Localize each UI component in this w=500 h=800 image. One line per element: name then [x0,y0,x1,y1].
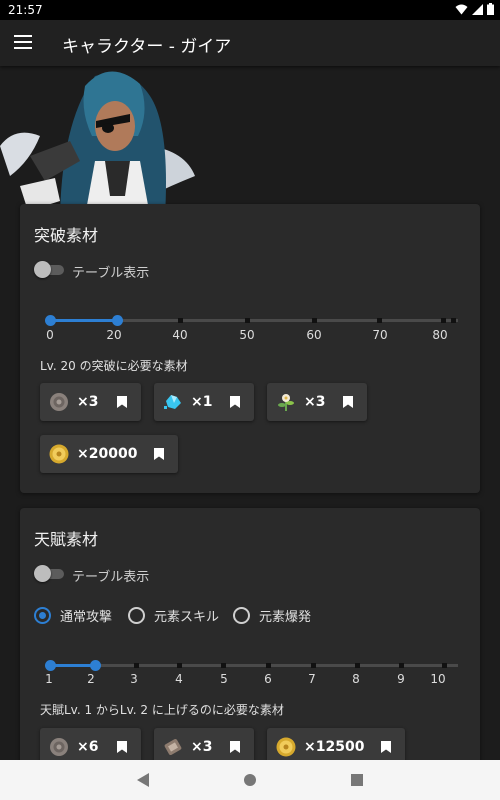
scale-label: 70 [372,328,388,342]
talent-caption: 天賦Lv. 1 からLv. 2 に上げるのに必要な素材 [40,703,284,717]
slider-tick [266,663,271,668]
radio-elemental-skill[interactable]: 元素スキル [128,606,220,625]
radio-circle [233,606,250,624]
page-title: キャラクター - ガイア [62,37,232,57]
radio-label: 通常攻撃 [60,609,113,625]
slider-tick [311,663,316,668]
bookmark-icon[interactable] [230,396,240,408]
talent-materials-card: 天賦素材 テーブル表示 通常攻撃 元素スキル 元素爆発 1 2 3 4 5 6 … [20,508,480,788]
scale-label: 4 [175,672,183,686]
slider-tick [355,663,360,668]
battery-icon [487,3,494,15]
system-nav-bar [0,760,500,800]
talent-toggle-label: テーブル表示 [72,570,150,585]
scale-label: 6 [264,672,272,686]
scale-label: 9 [397,672,405,686]
radio-normal-attack[interactable]: 通常攻撃 [34,606,113,625]
status-time: 21:57 [8,3,43,17]
blue-crystal-material-icon [164,395,181,409]
scale-label: 60 [306,328,322,342]
slider-end-knob[interactable] [89,660,101,671]
scale-label: 2 [87,672,95,686]
material-count: ×1 [191,394,213,410]
scale-label: 40 [172,328,188,342]
bookmark-icon[interactable] [381,741,391,753]
scale-label: 80 [432,328,448,342]
slider-tick [377,318,382,323]
scale-label: 5 [220,672,228,686]
scale-label: 8 [352,672,360,686]
slider-tick [441,318,446,323]
talent-card-title: 天賦素材 [34,530,99,549]
bookmark-icon[interactable] [343,396,353,408]
slider-tick [134,663,139,668]
slider-start-knob[interactable] [44,660,56,671]
app-bar: キャラクター - ガイア [0,20,500,66]
slider-start-knob[interactable] [44,315,56,326]
material-chip[interactable]: ×3 [267,383,367,421]
talent-table-toggle[interactable] [34,565,66,582]
home-icon[interactable] [243,772,257,788]
material-chip[interactable]: ×3 [40,383,141,421]
scale-label: 7 [308,672,316,686]
recents-icon[interactable] [350,772,364,788]
material-chip[interactable]: ×1 [154,383,254,421]
ascension-materials-card: 突破素材 テーブル表示 0 20 40 50 60 70 80 Lv. 20 の… [20,204,480,493]
slider-tick [221,663,226,668]
bookmark-icon[interactable] [117,741,127,753]
scroll-material-icon [164,739,182,755]
scale-label: 20 [106,328,122,342]
radio-circle [128,606,145,624]
scale-label: 10 [430,672,446,686]
status-icons [455,3,494,15]
slider-tick [312,318,317,323]
ascension-level-scale: 0 20 40 50 60 70 80 [20,328,480,344]
radio-elemental-burst[interactable]: 元素爆発 [233,606,312,625]
wifi-icon [455,4,468,14]
ascension-toggle-label: テーブル表示 [72,266,150,281]
mora-coin-icon [276,737,296,757]
material-count: ×6 [77,739,99,755]
material-count: ×3 [77,394,99,410]
talent-level-scale: 1 2 3 4 5 6 7 8 9 10 [20,672,480,688]
material-count: ×12500 [304,739,365,755]
slider-tick [451,318,456,323]
slider-tick [178,318,183,323]
gray-shell-material-icon [50,393,68,411]
ascension-table-toggle[interactable] [34,261,66,278]
flower-material-icon [278,394,294,411]
slider-tick [399,663,404,668]
slider-tick [177,663,182,668]
bookmark-icon[interactable] [154,448,164,460]
gray-shell-material-icon [50,738,68,756]
bookmark-icon[interactable] [117,396,127,408]
radio-label: 元素爆発 [259,609,312,625]
slider-end-knob[interactable] [112,315,124,326]
scale-label: 50 [239,328,255,342]
scale-label: 1 [45,672,53,686]
bookmark-icon[interactable] [230,741,240,753]
material-count: ×20000 [77,446,138,462]
material-chip[interactable]: ×20000 [40,435,178,473]
scale-label: 3 [130,672,138,686]
character-portrait [0,71,195,216]
ascension-card-title: 突破素材 [34,226,99,245]
scale-label: 0 [46,328,54,342]
material-count: ×3 [304,394,326,410]
material-count: ×3 [191,739,213,755]
mora-coin-icon [49,444,69,464]
cellular-signal-icon [472,3,483,15]
slider-tick [245,318,250,323]
ascension-caption: Lv. 20 の突破に必要な素材 [40,359,188,373]
radio-label: 元素スキル [154,609,220,625]
radio-circle [34,606,51,624]
menu-icon[interactable] [14,35,32,51]
slider-tick [442,663,447,668]
back-icon[interactable] [136,772,150,788]
status-bar: 21:57 [0,0,500,20]
